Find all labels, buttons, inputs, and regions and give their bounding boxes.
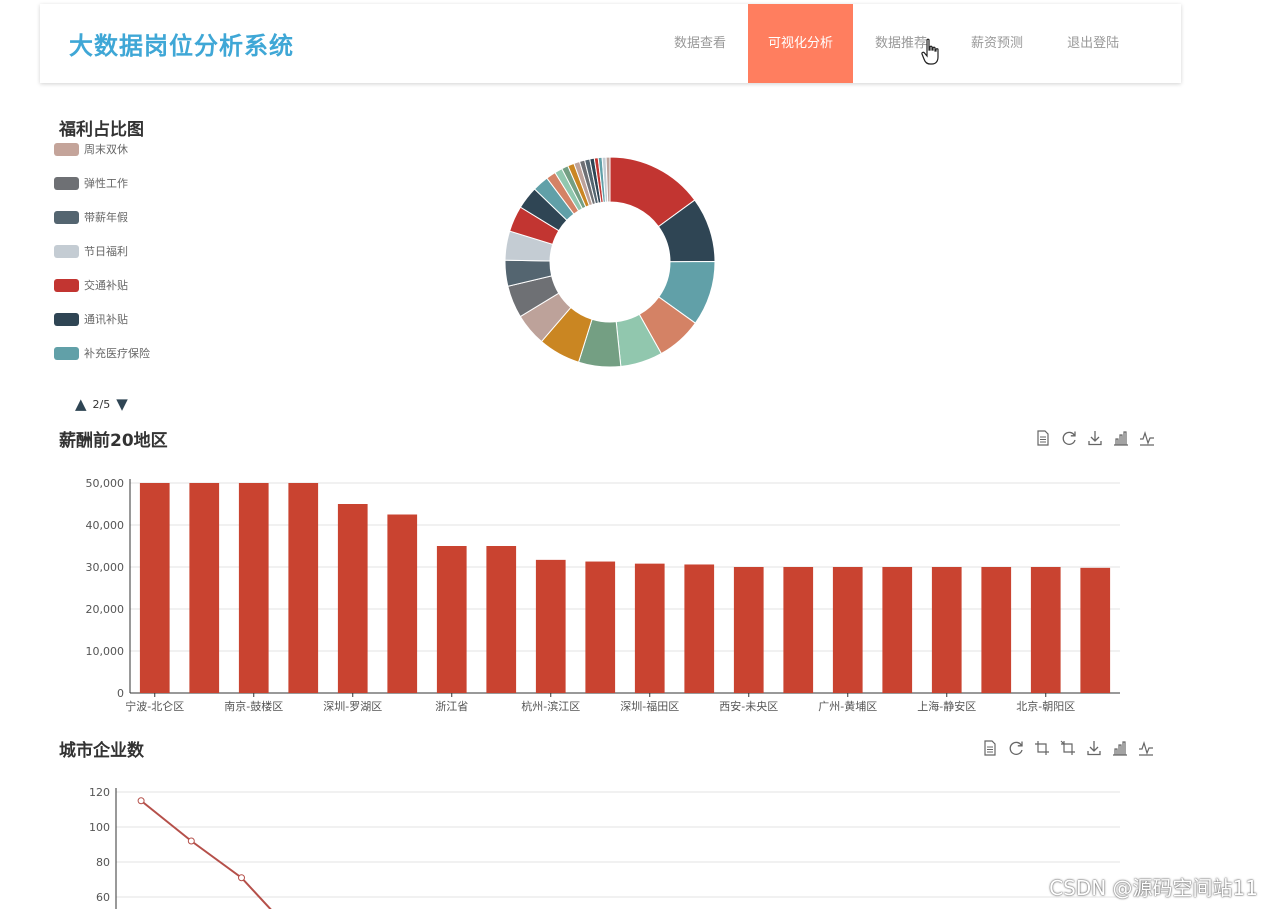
triangle-up-icon[interactable]: ▲	[75, 397, 87, 412]
legend-swatch	[54, 312, 79, 326]
bar	[733, 567, 764, 693]
y-tick-label: 100	[89, 821, 110, 834]
x-tick-label: 南京-鼓楼区	[224, 699, 283, 713]
nav-logout[interactable]: 退出登陆	[1045, 4, 1141, 83]
x-tick-label: 北京-朝阳区	[1016, 699, 1075, 713]
bar	[139, 483, 170, 693]
legend-label: 交通补贴	[84, 279, 128, 292]
bar	[1080, 567, 1111, 693]
y-tick-label: 20,000	[86, 603, 125, 616]
legend-label: 补充医疗保险	[84, 347, 150, 360]
triangle-down-icon[interactable]: ▼	[116, 397, 128, 412]
legend-label: 通讯补贴	[84, 313, 128, 326]
city-chart-title: 城市企业数	[59, 741, 144, 761]
legend-label: 弹性工作	[84, 177, 128, 190]
y-tick-label: 80	[96, 856, 110, 869]
data-point	[238, 874, 245, 882]
legend-item[interactable]: 弹性工作	[54, 166, 254, 200]
x-tick-label: 宁波-北仑区	[125, 699, 184, 713]
legend-item[interactable]: 节日福利	[54, 234, 254, 268]
bar	[634, 563, 665, 693]
bar	[288, 483, 319, 693]
city-toolbox	[981, 739, 1155, 757]
line-chart-icon[interactable]	[1137, 739, 1155, 757]
legend-pager: ▲ 2/5 ▼	[75, 397, 128, 412]
donut-chart	[504, 156, 716, 368]
data-view-icon[interactable]	[981, 739, 999, 757]
legend-swatch	[54, 210, 79, 224]
watermark: CSDN @源码空间站11	[1049, 876, 1258, 900]
bar	[783, 567, 814, 693]
nav-visual-analysis[interactable]: 可视化分析	[748, 4, 854, 83]
legend-label: 节日福利	[84, 245, 128, 258]
x-tick-label: 广州-黄埔区	[818, 699, 877, 713]
top-navbar: 大数据岗位分析系统 数据查看 可视化分析 数据推荐 薪资预测 退出登陆	[40, 4, 1181, 83]
bar-chart-icon[interactable]	[1112, 429, 1130, 447]
pager-text: 2/5	[92, 398, 111, 411]
salary-bar-chart: 0 10,000 20,000 30,000 40,000 50,000 宁波-北仑区 南京-…	[86, 477, 1120, 713]
data-point	[137, 797, 145, 805]
line-chart-icon[interactable]	[1138, 429, 1156, 447]
legend-item[interactable]: 交通补贴	[54, 268, 254, 302]
y-tick-label: 30,000	[86, 561, 125, 574]
bar-chart-icon[interactable]	[1111, 739, 1129, 757]
salary-toolbox	[1034, 429, 1156, 447]
legend-swatch	[54, 346, 79, 360]
city-line-chart: 60 80 100 120	[89, 786, 1120, 909]
bar	[337, 504, 368, 693]
legend-swatch	[54, 244, 79, 258]
zoom-back-icon[interactable]	[1059, 739, 1077, 757]
nav-salary-predict[interactable]: 薪资预测	[949, 4, 1045, 83]
y-tick-label: 0	[117, 687, 124, 700]
x-tick-label: 深圳-罗湖区	[323, 700, 382, 713]
bar	[387, 514, 418, 693]
x-tick-label: 西安-未央区	[719, 699, 778, 713]
legend-item[interactable]: 带薪年假	[54, 200, 254, 234]
y-tick-label: 40,000	[86, 519, 125, 532]
pie-legend: 周末双休 弹性工作 带薪年假 节日福利 交通补贴 通讯补贴 补充医疗保险	[54, 132, 254, 378]
bar	[832, 567, 863, 693]
app-title: 大数据岗位分析系统	[69, 32, 294, 60]
legend-item[interactable]	[54, 370, 254, 378]
x-tick-label: 杭州-滨江区	[521, 699, 580, 713]
bar	[684, 564, 715, 693]
bar	[436, 546, 467, 693]
x-tick-label: 上海-静安区	[917, 699, 976, 713]
bar	[585, 561, 616, 693]
nav-data-view[interactable]: 数据查看	[652, 4, 748, 83]
hand-cursor-icon	[921, 38, 939, 65]
zoom-icon[interactable]	[1033, 739, 1051, 757]
legend-item[interactable]: 补充医疗保险	[54, 336, 254, 370]
legend-swatch	[54, 142, 79, 156]
legend-label: 带薪年假	[84, 211, 128, 224]
bar	[981, 567, 1012, 693]
series-line	[140, 799, 272, 909]
restore-icon[interactable]	[1007, 739, 1025, 757]
save-image-icon[interactable]	[1086, 429, 1104, 447]
bar	[535, 559, 566, 693]
y-tick-label: 50,000	[86, 477, 125, 490]
bar	[189, 483, 220, 693]
save-image-icon[interactable]	[1085, 739, 1103, 757]
bar	[486, 546, 517, 693]
y-tick-label: 60	[96, 891, 110, 904]
y-tick-label: 120	[89, 786, 110, 799]
restore-icon[interactable]	[1060, 429, 1078, 447]
y-tick-label: 10,000	[86, 645, 125, 658]
legend-swatch	[54, 278, 79, 292]
legend-swatch	[54, 176, 79, 190]
bar	[1030, 567, 1061, 693]
bar	[882, 567, 913, 693]
data-view-icon[interactable]	[1034, 429, 1052, 447]
bar	[931, 567, 962, 693]
x-tick-label: 深圳-福田区	[620, 699, 679, 713]
x-tick-label: 浙江省	[435, 700, 468, 713]
data-point	[187, 837, 195, 845]
salary-chart-title: 薪酬前20地区	[59, 431, 168, 451]
main-nav: 数据查看 可视化分析 数据推荐 薪资预测 退出登陆	[652, 4, 1141, 83]
legend-item[interactable]: 周末双休	[54, 132, 254, 166]
legend-label: 周末双休	[84, 143, 128, 156]
legend-item[interactable]: 通讯补贴	[54, 302, 254, 336]
bar	[238, 483, 269, 693]
